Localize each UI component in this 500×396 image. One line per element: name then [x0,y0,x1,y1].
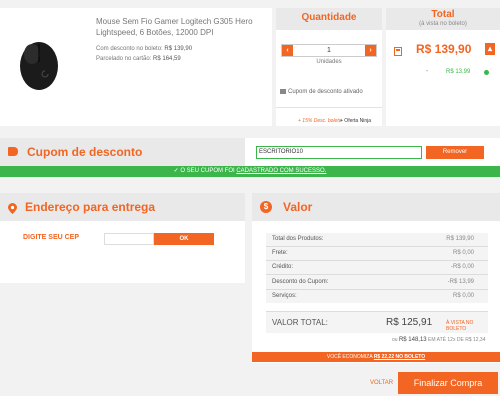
location-pin-icon [8,201,17,214]
banner-prefix: ✓ O SEU CUPOM FOI [173,168,235,174]
total-header: Total [431,9,455,20]
saving-mark: - [426,68,429,75]
installment-line: ou R$ 148,13 EM ATÉ 12x DE R$ 12,34 [392,337,485,343]
summary-row-value: -R$ 13,99 [447,279,474,285]
offer-tag: + Oferta Ninja [340,118,371,124]
economy-value: R$ 22,22 NO BOLETO [373,354,426,360]
coupon-section: Cupom de desconto ESCRITORIO10 Remover [0,138,500,166]
cep-input[interactable] [104,233,154,245]
address-title: Endereço para entrega [25,200,156,214]
total-column: Total (à vista no boleto) R$ 139,90 ▴ - … [386,8,500,126]
coupon-active-line: Cupom de desconto ativado [280,89,363,95]
decrement-button[interactable]: ‹ [282,45,293,56]
finish-purchase-button[interactable]: Finalizar Compra [398,372,498,394]
coupon-code-input[interactable]: ESCRITORIO10 [256,146,422,159]
saving-value: R$ 13,99 [446,69,471,75]
calculator-icon [394,47,402,56]
card-price-line: Parcelado no cartão: R$ 164,59 [96,56,181,62]
cash-price: R$ 139,90 [164,46,193,52]
installment-prefix: ou [392,337,398,343]
dollar-icon: $ [260,201,272,213]
cep-ok-button[interactable]: OK [154,233,214,245]
economy-banner: VOCÊ ECONOMIZA R$ 22,22 NO BOLETO [252,352,500,362]
summary-row-value: R$ 0,00 [452,293,474,299]
card-price: R$ 164,59 [153,56,181,62]
ticket-icon [280,89,286,94]
total-box: VALOR TOTAL: R$ 125,91 À VISTA NO BOLETO [266,311,488,333]
cash-price-label: Com desconto no boleto: [96,46,163,52]
quantity-column: Quantidade ‹ 1 › Unidades Cupom de desco… [276,8,382,126]
summary-row-label: Total dos Produtos: [272,236,324,242]
total-note: À VISTA NO BOLETO [446,320,474,332]
cash-price-line: Com desconto no boleto: R$ 139,90 [96,46,192,52]
quantity-header: Quantidade [301,12,357,23]
address-section: Endereço para entrega DIGITE SEU CEP OK [0,193,245,283]
cep-label: DIGITE SEU CEP [23,234,80,241]
quantity-input[interactable]: 1 [293,45,365,56]
summary-row-label: Desconto do Cupom: [272,279,329,285]
card-price-label: Parcelado no cartão: [96,56,152,62]
economy-prefix: VOCÊ ECONOMIZA [326,354,373,360]
back-link[interactable]: VOLTAR [370,380,393,386]
coupon-active-label: Cupom de desconto ativado [288,89,363,96]
summary-row-value: R$ 0,00 [452,250,474,256]
product-name[interactable]: Mouse Sem Fio Gamer Logitech G305 Hero L… [96,16,256,38]
unit-label: Unidades [316,59,342,65]
coupon-success-banner: ✓ O SEU CUPOM FOI CADASTRADO COM SUCESSO… [0,166,500,177]
discount-tag: + 15% Desc. boleto [298,118,342,124]
summary-row-label: Frete: [272,250,288,256]
summary-row-value: -R$ 0,00 [450,264,474,270]
total-subheader: (à vista no boleto) [419,21,467,27]
product-card: Mouse Sem Fio Gamer Logitech G305 Hero L… [0,8,272,126]
increment-button[interactable]: › [365,45,376,56]
total-price: R$ 139,90 [416,42,472,56]
summary-row-label: Crédito: [272,264,294,270]
remove-item-button[interactable]: ▴ [485,43,495,55]
summary-title: Valor [283,200,313,214]
summary-section: $ Valor Total dos Produtos: R$ 139,90 Fr… [252,193,500,363]
banner-link[interactable]: CADASTRADO COM SUCESSO. [236,168,326,174]
summary-row-label: Serviços: [272,293,297,299]
summary-row-value: R$ 139,90 [446,236,474,242]
quantity-stepper[interactable]: ‹ 1 › [281,44,377,57]
info-dot [484,70,489,75]
total-label: VALOR TOTAL: [272,318,328,327]
remove-coupon-button[interactable]: Remover [426,146,484,159]
installment-note: EM ATÉ 12x DE R$ 12,34 [428,337,486,343]
installment-value: R$ 148,13 [398,337,427,343]
coupon-title: Cupom de desconto [27,145,143,159]
total-value: R$ 125,91 [386,317,433,328]
tag-icon [8,147,18,156]
product-image[interactable] [14,38,64,93]
summary-table: Total dos Produtos: R$ 139,90 Frete: R$ … [266,233,488,303]
